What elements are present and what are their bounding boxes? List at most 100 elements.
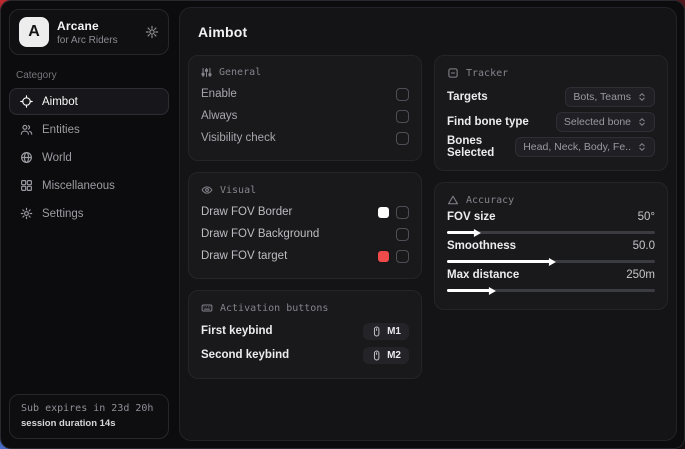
dropdown-value: Bots, Teams [573,91,631,103]
brand-logo: A [19,17,49,47]
sidebar-nav: Aimbot Entities [9,88,169,227]
sidebar-item-label: Settings [42,208,84,220]
card-visual: Visual Draw FOV Border Draw FOV Backgrou… [188,172,422,279]
setting-row-smoothness: Smoothness 50.0 [447,240,655,263]
card-visual-header: Visual [201,184,409,196]
setting-row-first-keybind: First keybind M1 [201,319,409,343]
dropdown-value: Selected bone [564,116,631,128]
setting-row-second-keybind: Second keybind M2 [201,343,409,367]
sidebar-item-label: Aimbot [42,96,78,108]
visibility-check-checkbox[interactable] [396,132,409,145]
setting-row-bones-selected: Bones Selected Head, Neck, Body, Fe.. [447,134,655,159]
globe-icon [20,151,33,164]
setting-label: Max distance [447,269,626,281]
setting-label: Second keybind [201,349,363,361]
setting-label: Find bone type [447,116,556,128]
setting-label: Draw FOV target [201,250,378,262]
setting-label: FOV size [447,211,638,223]
dropdown-value: Head, Neck, Body, Fe.. [523,141,631,153]
bones-selected-dropdown[interactable]: Head, Neck, Body, Fe.. [515,137,655,157]
gear-icon [20,207,33,220]
triangle-icon [447,194,459,206]
fov-size-slider[interactable] [447,231,655,234]
setting-label: Visibility check [201,132,396,144]
card-tracker: Tracker Targets Bots, Teams [434,55,668,171]
keybind-value: M1 [387,326,401,337]
setting-label: Smoothness [447,240,633,252]
always-checkbox[interactable] [396,110,409,123]
setting-row-fov-background: Draw FOV Background [201,223,409,245]
card-activation-header: Activation buttons [201,302,409,314]
fov-size-value: 50° [638,211,655,223]
main-panel: Aimbot General [179,7,677,441]
slider-thumb[interactable] [489,287,496,295]
sliders-icon [201,67,212,78]
fov-background-checkbox[interactable] [396,228,409,241]
setting-label: First keybind [201,325,363,337]
brand-header: A Arcane for Arc Riders [9,9,169,55]
left-column: General Enable Always Visibility check [188,55,422,379]
max-distance-value: 250m [626,269,655,281]
chevrons-up-down-icon [637,117,647,127]
setting-row-fov-size: FOV size 50° [447,211,655,234]
fov-border-checkbox[interactable] [396,206,409,219]
fov-target-checkbox[interactable] [396,250,409,263]
mouse-icon [371,326,382,337]
setting-label: Bones Selected [447,135,515,159]
crosshair-icon [20,95,33,108]
card-title: Visual [220,185,256,196]
find-bone-type-dropdown[interactable]: Selected bone [556,112,655,132]
chevrons-up-down-icon [637,142,647,152]
max-distance-slider[interactable] [447,289,655,292]
card-accuracy-header: Accuracy [447,194,655,206]
setting-row-fov-border: Draw FOV Border [201,201,409,223]
category-label: Category [16,70,162,81]
sidebar: A Arcane for Arc Riders Category [1,1,177,448]
setting-row-max-distance: Max distance 250m [447,269,655,292]
sidebar-item-miscellaneous[interactable]: Miscellaneous [9,172,169,199]
sidebar-item-label: World [42,152,72,164]
brand-text: Arcane for Arc Riders [57,19,137,46]
brand-subtitle: for Arc Riders [57,35,137,46]
sidebar-item-label: Miscellaneous [42,180,115,192]
mouse-icon [371,350,382,361]
subscription-box: Sub expires in 23d 20h session duration … [9,394,169,439]
keyboard-icon [201,302,213,314]
smoothness-value: 50.0 [633,240,655,252]
sidebar-item-label: Entities [42,124,80,136]
page-title: Aimbot [198,24,658,40]
smoothness-slider[interactable] [447,260,655,263]
setting-label: Always [201,110,396,122]
setting-label: Targets [447,91,565,103]
second-keybind-button[interactable]: M2 [363,347,409,364]
setting-row-fov-target: Draw FOV target [201,245,409,267]
card-title: General [219,67,261,78]
card-title: Activation buttons [220,303,328,314]
sidebar-item-aimbot[interactable]: Aimbot [9,88,169,115]
fov-target-color-swatch[interactable] [378,251,389,262]
grid-icon [20,179,33,192]
setting-label: Draw FOV Background [201,228,396,240]
sidebar-item-entities[interactable]: Entities [9,116,169,143]
targets-dropdown[interactable]: Bots, Teams [565,87,655,107]
enable-checkbox[interactable] [396,88,409,101]
app-window: A Arcane for Arc Riders Category [0,0,685,449]
card-general: General Enable Always Visibility check [188,55,422,161]
cards-columns: General Enable Always Visibility check [188,55,668,379]
slider-thumb[interactable] [549,258,556,266]
setting-row-find-bone-type: Find bone type Selected bone [447,109,655,134]
brand-name: Arcane [57,19,137,33]
setting-row-always: Always [201,105,409,127]
card-activation-buttons: Activation buttons First keybind M1 [188,290,422,379]
first-keybind-button[interactable]: M1 [363,323,409,340]
fov-border-color-swatch[interactable] [378,207,389,218]
card-accuracy: Accuracy FOV size 50° [434,182,668,310]
gear-icon[interactable] [145,25,159,39]
eye-icon [201,184,213,196]
card-title: Tracker [466,68,508,79]
sidebar-item-world[interactable]: World [9,144,169,171]
slider-thumb[interactable] [474,229,481,237]
sidebar-item-settings[interactable]: Settings [9,200,169,227]
right-column: Tracker Targets Bots, Teams [434,55,668,310]
users-icon [20,123,33,136]
